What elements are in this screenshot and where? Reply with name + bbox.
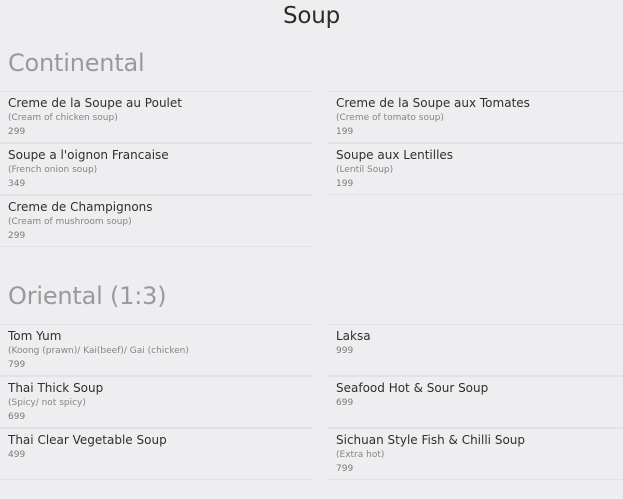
section-oriental: Oriental (1:3) Tom Yum (Koong (prawn)/ K… (0, 280, 623, 490)
item-description: (French onion soup) (8, 165, 98, 175)
item-price: 699 (8, 412, 26, 422)
item-name: Sichuan Style Fish & Chilli Soup (336, 433, 526, 447)
item-price: 349 (8, 179, 26, 189)
item-name: Seafood Hot & Sour Soup (336, 381, 489, 395)
item-price: 999 (336, 346, 354, 356)
item-price: 299 (8, 231, 26, 241)
section-title: Oriental (1:3) (8, 282, 167, 310)
page-title: Soup (282, 3, 341, 29)
item-price: 199 (336, 179, 354, 189)
item-description: (Cream of mushroom soup) (8, 217, 132, 227)
item-name: Thai Clear Vegetable Soup (8, 433, 167, 447)
menu-item[interactable]: Laksa 999 (328, 324, 623, 376)
menu-item[interactable]: Sichuan Style Fish & Chilli Soup (Extra … (328, 428, 623, 480)
menu-item[interactable]: Thai Thick Soup (Spicy/ not spicy) 699 (0, 376, 312, 428)
item-name: Creme de la Soupe aux Tomates (336, 96, 530, 110)
section-continental: Continental Creme de la Soupe au Poulet … (0, 47, 623, 247)
item-price: 299 (8, 127, 26, 137)
item-name: Tom Yum (8, 329, 62, 343)
item-description: (Spicy/ not spicy) (8, 398, 86, 408)
item-price: 499 (8, 450, 26, 460)
item-name: Creme de Champignons (8, 200, 153, 214)
item-description: (Extra hot) (336, 450, 385, 460)
item-price: 799 (8, 360, 26, 370)
menu-item[interactable]: Soupe a l'oignon Francaise (French onion… (0, 143, 312, 195)
menu-item[interactable]: Soupe aux Lentilles (Lentil Soup) 199 (328, 143, 623, 195)
item-name: Soupe a l'oignon Francaise (8, 148, 169, 162)
item-name: Soupe aux Lentilles (336, 148, 454, 162)
item-description: (Lentil Soup) (336, 165, 394, 175)
item-description: (Creme of tomato soup) (336, 113, 444, 123)
menu-item[interactable]: Seafood Hot & Sour Soup 699 (328, 376, 623, 428)
item-price: 199 (336, 127, 354, 137)
item-description: (Cream of chicken soup) (8, 113, 118, 123)
section-title: Continental (8, 49, 145, 77)
menu-item[interactable]: Creme de la Soupe aux Tomates (Creme of … (328, 91, 623, 143)
item-name: Creme de la Soupe au Poulet (8, 96, 182, 110)
item-name: Thai Thick Soup (8, 381, 104, 395)
menu-item[interactable]: Creme de la Soupe au Poulet (Cream of ch… (0, 91, 312, 143)
item-name: Laksa (336, 329, 371, 343)
item-description: (Koong (prawn)/ Kai(beef)/ Gai (chicken) (8, 346, 189, 356)
menu-item[interactable]: Thai Clear Vegetable Soup 499 (0, 428, 312, 480)
item-price: 699 (336, 398, 354, 408)
item-price: 799 (336, 464, 354, 474)
menu-item[interactable]: Tom Yum (Koong (prawn)/ Kai(beef)/ Gai (… (0, 324, 312, 376)
menu-item[interactable]: Creme de Champignons (Cream of mushroom … (0, 195, 312, 247)
